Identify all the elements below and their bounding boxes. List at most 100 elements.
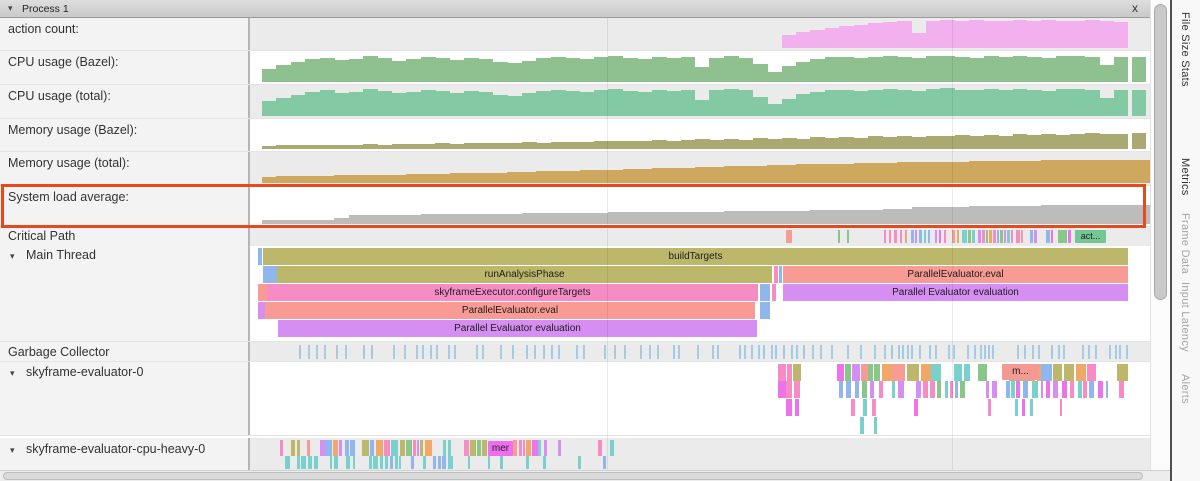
tab-frame-data[interactable]: Frame Data	[1179, 213, 1191, 274]
trace-event[interactable]	[874, 345, 876, 359]
trace-event[interactable]	[350, 440, 355, 456]
trace-slice[interactable]	[258, 284, 267, 301]
slice-badge[interactable]: m...	[1002, 364, 1039, 380]
trace-event[interactable]	[955, 381, 958, 398]
trace-event[interactable]	[371, 345, 373, 359]
trace-event[interactable]	[482, 345, 484, 359]
trace-slice[interactable]	[774, 266, 778, 283]
critical-path-slice[interactable]	[993, 230, 996, 243]
trace-event[interactable]	[763, 345, 765, 359]
trace-event[interactable]	[923, 381, 928, 398]
critical-path-slice[interactable]	[1011, 230, 1013, 243]
critical-path-slice[interactable]	[968, 230, 971, 243]
trace-event[interactable]	[1030, 399, 1033, 416]
trace-event[interactable]	[534, 345, 536, 359]
trace-event[interactable]	[960, 381, 965, 398]
trace-event[interactable]	[297, 440, 300, 456]
trace-event[interactable]	[1076, 364, 1086, 381]
trace-event[interactable]	[406, 440, 412, 456]
trace-event[interactable]	[470, 440, 476, 456]
trace-event[interactable]	[420, 440, 423, 456]
trace-event[interactable]	[892, 364, 899, 381]
trace-event[interactable]	[345, 440, 348, 456]
trace-slice[interactable]	[772, 284, 776, 301]
trace-event[interactable]	[1032, 381, 1038, 398]
trace-event[interactable]	[307, 440, 310, 456]
trace-event[interactable]	[678, 345, 680, 359]
memory-total-chart[interactable]	[250, 152, 1150, 185]
trace-event[interactable]	[280, 440, 283, 456]
trace-event[interactable]	[900, 364, 905, 381]
trace-event[interactable]	[603, 456, 606, 469]
trace-event[interactable]	[1022, 399, 1025, 416]
trace-event[interactable]	[391, 440, 398, 456]
trace-event[interactable]	[879, 381, 882, 398]
trace-event[interactable]	[649, 345, 651, 359]
trace-event[interactable]	[346, 456, 350, 469]
trace-event[interactable]	[892, 381, 895, 398]
trace-event[interactable]	[1064, 364, 1075, 381]
trace-event[interactable]	[1046, 381, 1049, 398]
trace-event[interactable]	[477, 440, 481, 456]
trace-event[interactable]	[433, 456, 436, 469]
critical-path-slice[interactable]	[1000, 230, 1003, 243]
critical-path-slice[interactable]	[962, 230, 967, 243]
trace-event[interactable]	[1078, 381, 1082, 398]
trace-event[interactable]	[992, 345, 994, 359]
trace-event[interactable]	[868, 364, 873, 381]
trace-event[interactable]	[751, 345, 753, 359]
trace-event[interactable]	[937, 381, 942, 398]
trace-event[interactable]	[413, 440, 416, 456]
critical-path-slice[interactable]	[928, 230, 930, 243]
trace-event[interactable]	[464, 440, 469, 456]
trace-event[interactable]	[1038, 345, 1040, 359]
trace-event[interactable]	[919, 345, 921, 359]
trace-event[interactable]	[862, 381, 867, 398]
trace-event[interactable]	[333, 440, 337, 456]
trace-event[interactable]	[301, 456, 306, 469]
trace-event[interactable]	[544, 440, 547, 456]
trace-event[interactable]	[872, 399, 876, 416]
trace-event[interactable]	[363, 345, 365, 359]
trace-event[interactable]	[898, 345, 900, 359]
trace-event[interactable]	[907, 364, 915, 381]
trace-event[interactable]	[436, 345, 438, 359]
trace-event[interactable]	[860, 345, 862, 359]
critical-path-slice[interactable]	[957, 230, 959, 243]
trace-event[interactable]	[640, 345, 642, 359]
action-count-chart[interactable]	[250, 18, 1150, 50]
trace-event[interactable]	[657, 345, 659, 359]
trace-event[interactable]	[1016, 381, 1020, 398]
trace-event[interactable]	[373, 456, 378, 469]
critical-path-slice[interactable]	[1004, 230, 1006, 243]
trace-event[interactable]	[739, 345, 741, 359]
critical-path-slice[interactable]	[989, 230, 992, 243]
trace-event[interactable]	[1015, 399, 1018, 416]
collapse-arrow-icon[interactable]: ▾	[8, 251, 26, 262]
critical-path-slice[interactable]	[1051, 230, 1053, 243]
trace-event[interactable]	[860, 417, 864, 434]
trace-event[interactable]	[1041, 364, 1052, 381]
trace-slice[interactable]: ParallelEvaluator.eval	[265, 302, 755, 319]
skyframe-evaluator-0-canvas[interactable]: m...	[250, 362, 1150, 435]
trace-event[interactable]	[376, 440, 384, 456]
trace-event[interactable]	[891, 345, 893, 359]
trace-event[interactable]	[945, 381, 948, 398]
trace-event[interactable]	[336, 345, 338, 359]
trace-event[interactable]	[1058, 345, 1060, 359]
trace-event[interactable]	[400, 440, 405, 456]
critical-path-slice[interactable]	[924, 230, 926, 243]
trace-event[interactable]	[775, 345, 777, 359]
trace-event[interactable]	[404, 345, 406, 359]
trace-event[interactable]	[911, 345, 913, 359]
trace-event[interactable]	[299, 345, 301, 359]
trace-event[interactable]	[796, 345, 798, 359]
trace-slice[interactable]: ParallelEvaluator.eval	[783, 266, 1128, 283]
trace-event[interactable]	[974, 345, 976, 359]
trace-event[interactable]	[543, 345, 545, 359]
trace-event[interactable]	[454, 345, 456, 359]
trace-event[interactable]	[1011, 381, 1015, 398]
trace-event[interactable]	[950, 381, 954, 398]
trace-slice[interactable]	[779, 266, 782, 283]
critical-path-slice[interactable]	[1021, 230, 1023, 243]
